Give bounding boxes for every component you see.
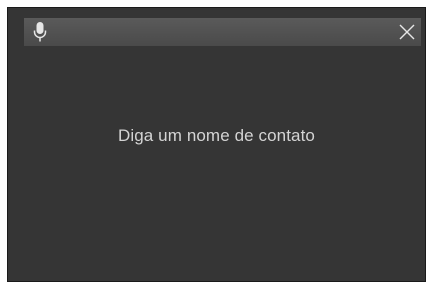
voice-command-dialog: Diga um nome de contato xyxy=(7,7,426,282)
microphone-icon xyxy=(32,21,48,43)
voice-prompt-text: Diga um nome de contato xyxy=(118,126,315,145)
dialog-top-bar xyxy=(24,18,421,46)
close-icon[interactable] xyxy=(395,20,419,44)
close-button[interactable] xyxy=(395,20,419,44)
